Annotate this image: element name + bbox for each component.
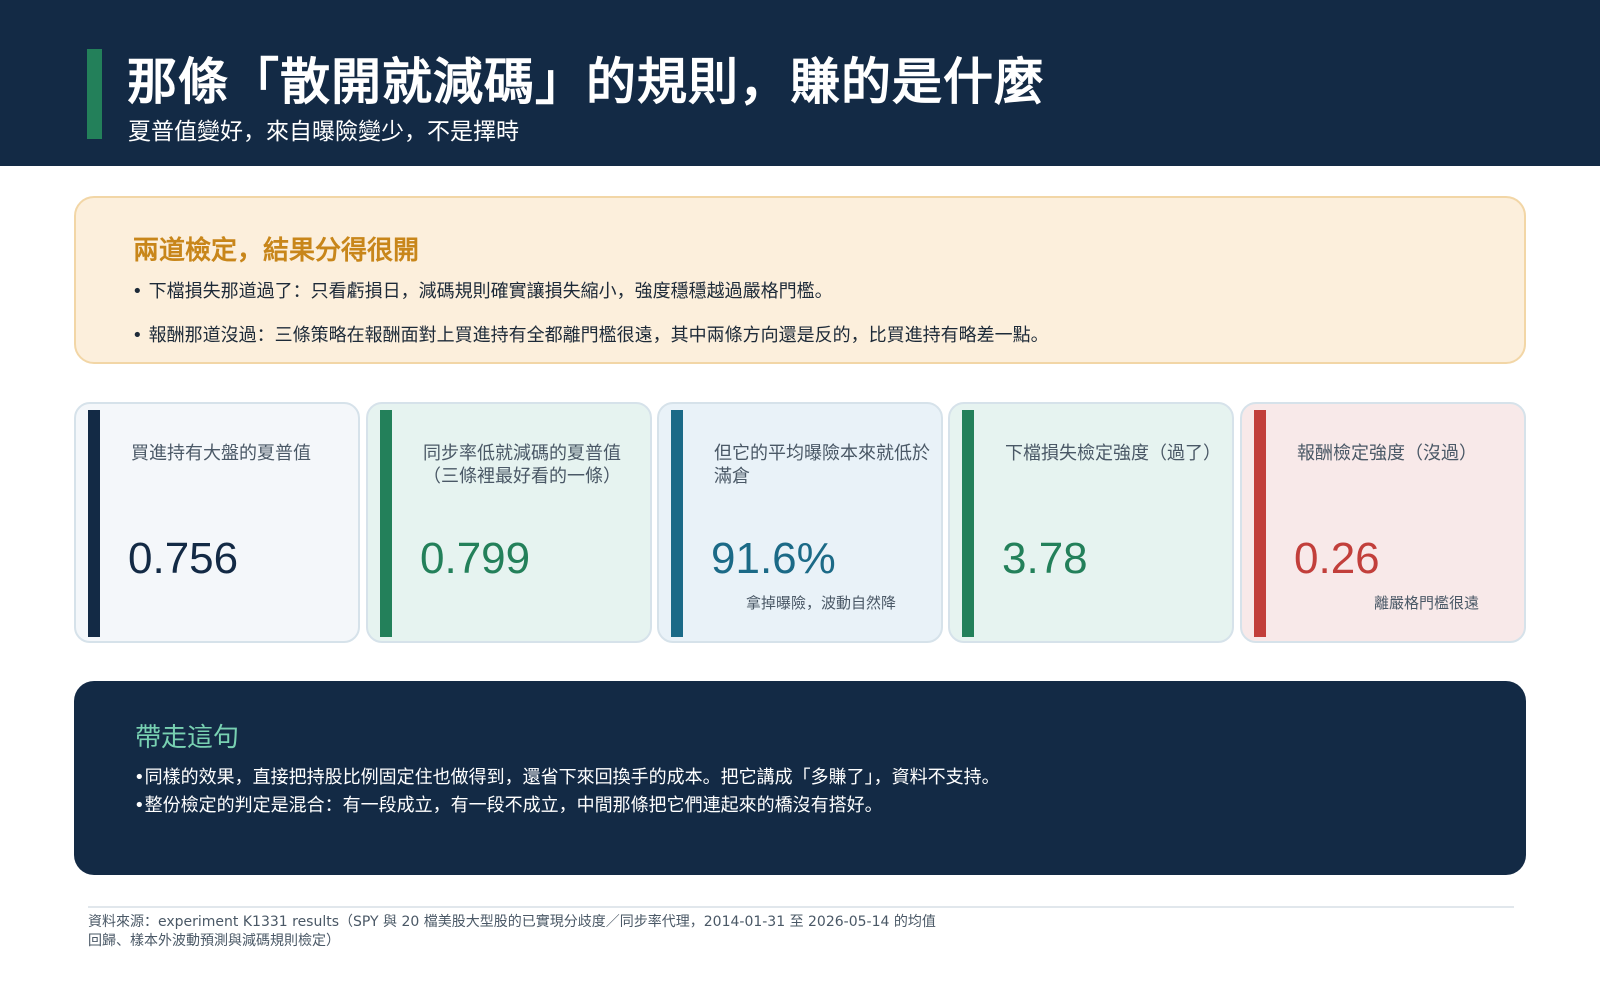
stat-card-strategy-sharpe: 同步率低就減碼的夏普值（三條裡最好看的一條） 0.799 (366, 402, 652, 643)
summary-bullet: • 報酬那道沒過：三條策略在報酬面對上買進持有全都離門檻很遠，其中兩條方向還是反的… (132, 321, 1049, 347)
summary-callout: 兩道檢定，結果分得很開 • 下檔損失那道過了：只看虧損日，減碼規則確實讓損失縮小，… (74, 196, 1526, 364)
stat-card-buy-hold-sharpe: 買進持有大盤的夏普值 0.756 (74, 402, 360, 643)
header-band: 那條「散開就減碼」的規則，賺的是什麼 夏普值變好，來自曝險變少，不是擇時 (0, 0, 1600, 166)
source-note: 資料來源：experiment K1331 results（SPY 與 20 檔… (88, 914, 936, 949)
takeaway-bullet: •整份檢定的判定是混合：有一段成立，有一段不成立，中間那條把它們連起來的橋沒有搭… (134, 791, 883, 817)
stat-note: 離嚴格門檻很遠 (1373, 594, 1479, 612)
bullet-icon: • (134, 795, 145, 816)
page-title: 那條「散開就減碼」的規則，賺的是什麼 (127, 53, 1045, 111)
stat-label: 但它的平均曝險本來就低於滿倉 (714, 443, 930, 487)
stat-value: 0.799 (420, 534, 531, 583)
card-accent-bar (671, 410, 683, 637)
stat-note: 拿掉曝險，波動自然降 (745, 594, 896, 612)
summary-bullet: • 下檔損失那道過了：只看虧損日，減碼規則確實讓損失縮小，強度穩穩越過嚴格門檻。 (132, 277, 833, 303)
bullet-icon: • (134, 767, 145, 788)
takeaway-bullet-text: 同樣的效果，直接把持股比例固定住也做得到，還省下來回換手的成本。把它講成「多賺了… (144, 767, 1000, 788)
stat-value: 91.6% (711, 534, 836, 583)
page-subtitle: 夏普值變好，來自曝險變少，不是擇時 (128, 119, 519, 145)
stat-label: 買進持有大盤的夏普值 (131, 443, 311, 464)
summary-bullet-text: 報酬那道沒過：三條策略在報酬面對上買進持有全都離門檻很遠，其中兩條方向還是反的，… (148, 325, 1049, 346)
card-accent-bar (962, 410, 974, 637)
card-accent-bar (1254, 410, 1266, 637)
stat-card-downside-test: 下檔損失檢定強度（過了） 3.78 (948, 402, 1234, 643)
takeaway-bullet-text: 整份檢定的判定是混合：有一段成立，有一段不成立，中間那條把它們連起來的橋沒有搭好… (144, 795, 883, 816)
bullet-icon: • (132, 281, 143, 302)
footer-divider (88, 906, 1514, 908)
stat-value: 3.78 (1002, 534, 1088, 583)
stat-value: 0.756 (128, 534, 239, 583)
stat-label: 報酬檢定強度（沒過） (1297, 443, 1477, 464)
title-accent-bar (87, 49, 102, 139)
summary-bullet-text: 下檔損失那道過了：只看虧損日，減碼規則確實讓損失縮小，強度穩穩越過嚴格門檻。 (148, 281, 833, 302)
takeaway-panel: 帶走這句 •同樣的效果，直接把持股比例固定住也做得到，還省下來回換手的成本。把它… (74, 681, 1526, 875)
takeaway-title: 帶走這句 (135, 723, 240, 753)
stat-card-return-test: 報酬檢定強度（沒過） 0.26 離嚴格門檻很遠 (1240, 402, 1526, 643)
summary-title: 兩道檢定，結果分得很開 (133, 236, 420, 266)
takeaway-bullet: •同樣的效果，直接把持股比例固定住也做得到，還省下來回換手的成本。把它講成「多賺… (134, 763, 1000, 789)
stat-label: 下檔損失檢定強度（過了） (1005, 443, 1221, 464)
card-accent-bar (88, 410, 100, 637)
card-accent-bar (380, 410, 392, 637)
stat-card-average-exposure: 但它的平均曝險本來就低於滿倉 91.6% 拿掉曝險，波動自然降 (657, 402, 943, 643)
bullet-icon: • (132, 325, 143, 346)
stat-value: 0.26 (1294, 534, 1380, 583)
stat-label: 同步率低就減碼的夏普值（三條裡最好看的一條） (423, 443, 621, 487)
